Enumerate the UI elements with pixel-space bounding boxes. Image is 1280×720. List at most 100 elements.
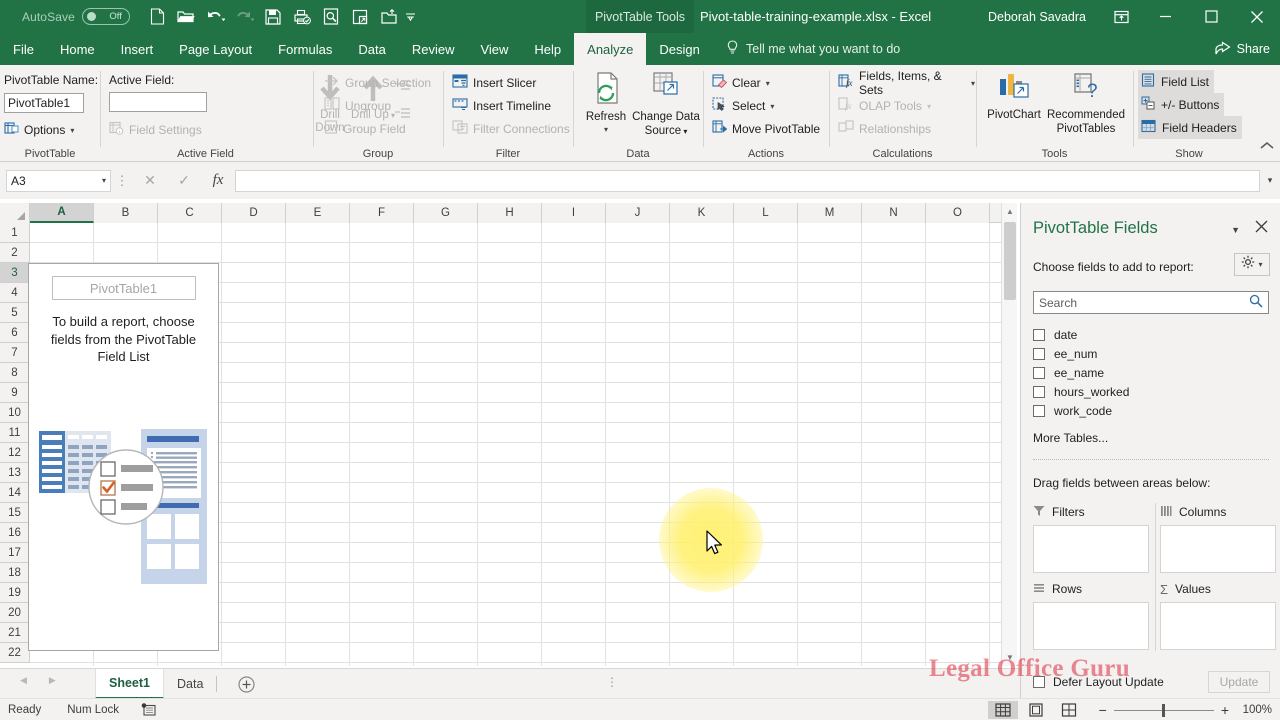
plus-minus-buttons-toggle[interactable]: +/- Buttons [1138,93,1225,116]
scroll-down-icon[interactable]: ▼ [1002,649,1018,666]
area-filters[interactable]: Filters [1033,503,1149,573]
sheet-tab-splitter[interactable]: ⋮ [606,676,618,688]
open-folder-icon[interactable] [376,4,403,29]
select-all-corner[interactable] [0,203,30,223]
row-header-15[interactable]: 15 [0,503,30,523]
column-header-C[interactable]: C [158,203,222,223]
defer-layout-update-row[interactable]: Defer Layout Update [1033,675,1164,689]
normal-view-icon[interactable] [988,701,1018,719]
name-box-chevron-down-icon[interactable]: ▾ [102,176,106,185]
pane-tools-button[interactable]: ▾ [1234,253,1270,276]
row-header-22[interactable]: 22 [0,643,30,663]
row-header-9[interactable]: 9 [0,383,30,403]
pivottable-options-button[interactable]: Options ▾ [4,119,74,141]
scroll-up-icon[interactable]: ▲ [1002,203,1018,220]
search-icon[interactable] [1249,294,1263,311]
field-checkbox[interactable] [1033,347,1045,360]
expand-formula-bar-icon[interactable]: ▾ [1260,175,1280,186]
field-checkbox[interactable] [1033,385,1045,398]
field-list-toggle[interactable]: Field List [1138,70,1215,93]
row-header-5[interactable]: 5 [0,303,30,323]
change-data-source-button[interactable]: Change Data Source ▾ [632,71,700,139]
maximize-icon[interactable] [1188,0,1234,33]
row-header-16[interactable]: 16 [0,523,30,543]
area-rows[interactable]: Rows [1033,580,1149,650]
options-chevron-down-icon[interactable]: ▾ [70,126,74,135]
pivottable-placeholder[interactable]: PivotTable1 To build a report, choose fi… [28,263,219,651]
column-header-M[interactable]: M [798,203,862,223]
formula-input[interactable] [235,169,1260,192]
field-checkbox[interactable] [1033,366,1045,379]
row-header-2[interactable]: 2 [0,243,30,263]
row-header-17[interactable]: 17 [0,543,30,563]
zoom-in-icon[interactable]: + [1221,702,1229,718]
column-header-K[interactable]: K [670,203,734,223]
field-item-hours-worked[interactable]: hours_worked [1033,382,1269,401]
enter-icon[interactable]: ✓ [167,170,201,192]
row-header-1[interactable]: 1 [0,223,30,243]
export-icon[interactable] [347,4,374,29]
sheet-tab-data[interactable]: Data [164,669,216,699]
cancel-icon[interactable]: ✕ [133,170,167,192]
tab-design[interactable]: Design [646,33,712,65]
tab-help[interactable]: Help [521,33,574,65]
previous-sheet-icon[interactable]: ◀ [20,675,27,686]
tab-page-layout[interactable]: Page Layout [166,33,265,65]
tab-view[interactable]: View [467,33,521,65]
column-header-B[interactable]: B [94,203,158,223]
area-dropzone-values[interactable] [1160,602,1276,650]
autosave-toggle[interactable]: Off [81,8,130,25]
zoom-slider-knob[interactable] [1161,703,1165,717]
new-icon[interactable] [144,4,171,29]
field-search-input[interactable]: Search [1033,291,1269,314]
row-header-19[interactable]: 19 [0,583,30,603]
refresh-chevron-down-icon[interactable]: ▾ [604,125,608,134]
column-header-G[interactable]: G [414,203,478,223]
column-header-F[interactable]: F [350,203,414,223]
formula-bar-handle[interactable]: ⋮ [111,173,133,189]
tab-review[interactable]: Review [399,33,468,65]
area-values[interactable]: Σ Values [1160,580,1276,650]
user-account-name[interactable]: Deborah Savadra [988,0,1086,33]
zoom-out-icon[interactable]: − [1099,702,1107,718]
pivottable-name-input[interactable]: PivotTable1 [4,93,84,113]
pane-tools-chevron-down-icon[interactable]: ▾ [1258,260,1262,269]
insert-slicer-button[interactable]: Insert Slicer [452,72,536,94]
minimize-icon[interactable] [1142,0,1188,33]
tab-insert[interactable]: Insert [108,33,167,65]
move-pivottable-button[interactable]: Move PivotTable [712,118,820,140]
column-header-I[interactable]: I [542,203,606,223]
row-header-6[interactable]: 6 [0,323,30,343]
defer-layout-update-checkbox[interactable] [1033,676,1045,688]
record-macro-icon[interactable] [141,703,156,716]
ribbon-display-options-icon[interactable] [1100,0,1142,33]
page-layout-view-icon[interactable] [1021,701,1051,719]
pane-chevron-down-icon[interactable]: ▼ [1231,225,1240,235]
tab-file[interactable]: File [0,33,47,65]
area-dropzone-rows[interactable] [1033,602,1149,650]
save-icon[interactable] [260,4,287,29]
field-item-date[interactable]: date [1033,325,1269,344]
fields-items-sets-chevron-down-icon[interactable]: ▾ [971,79,975,88]
column-header-E[interactable]: E [286,203,350,223]
insert-function-icon[interactable]: fx [201,170,235,192]
row-header-14[interactable]: 14 [0,483,30,503]
select-button[interactable]: Select ▾ [712,95,774,117]
open-icon[interactable] [173,4,200,29]
area-columns[interactable]: Columns [1160,503,1276,573]
column-header-A[interactable]: A [30,203,94,223]
column-header-L[interactable]: L [734,203,798,223]
column-header-N[interactable]: N [862,203,926,223]
row-header-8[interactable]: 8 [0,363,30,383]
row-header-12[interactable]: 12 [0,443,30,463]
row-header-3[interactable]: 3 [0,263,30,283]
column-header-D[interactable]: D [222,203,286,223]
page-break-preview-icon[interactable] [1054,701,1084,719]
vertical-scroll-thumb[interactable] [1004,222,1016,300]
share-button[interactable]: Share [1215,33,1270,65]
pivotchart-button[interactable]: PivotChart [983,71,1045,122]
field-checkbox[interactable] [1033,404,1045,417]
clear-chevron-down-icon[interactable]: ▾ [766,79,770,88]
add-sheet-icon[interactable] [233,675,259,693]
field-item-ee-num[interactable]: ee_num [1033,344,1269,363]
